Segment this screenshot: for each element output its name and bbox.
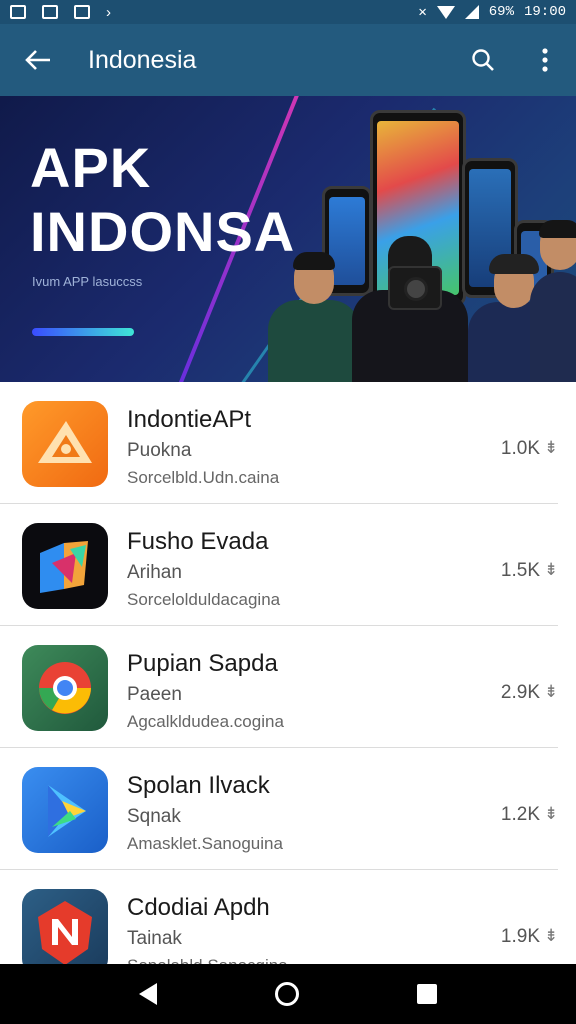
page-title: Indonesia: [88, 45, 197, 74]
download-icon[interactable]: ⇟: [544, 682, 558, 702]
app-icon-orange-triangle: [22, 401, 108, 487]
cast-icon: ›: [106, 3, 111, 21]
person-illustration: [268, 252, 360, 382]
app-bar: Indonesia: [0, 24, 576, 96]
app-meta: Amasklet.Sanoguina: [127, 834, 283, 853]
app-icon-colorful-cube: [22, 523, 108, 609]
download-count: 1.2K: [500, 804, 540, 825]
image-notification-icon: [74, 5, 90, 19]
app-icon-n-shield: [22, 889, 108, 975]
list-item[interactable]: Pupian Sapda Paeen Agcalkldudea.cogina 2…: [0, 626, 558, 748]
banner-headline: APK INDONSA: [30, 136, 295, 264]
app-developer: Puokna: [127, 440, 192, 461]
app-name: Pupian Sapda: [127, 650, 278, 677]
download-icon[interactable]: ⇟: [544, 438, 558, 458]
download-icon[interactable]: ⇟: [544, 804, 558, 824]
app-developer: Tainak: [127, 928, 182, 949]
search-icon[interactable]: [452, 24, 514, 96]
status-bar: › ✕ 69% 19:00: [0, 0, 576, 24]
app-name: Fusho Evada: [127, 528, 269, 555]
app-meta: Sorcelolduldacagina: [127, 590, 281, 609]
promo-banner[interactable]: APK INDONSA Ivum APP lasuccss: [0, 96, 576, 382]
list-item[interactable]: IndontieAPt Puokna Sorcelbld.Udn.caina 1…: [0, 382, 558, 504]
banner-accent-bar: [32, 328, 134, 336]
app-developer: Paeen: [127, 684, 182, 705]
app-developer: Sqnak: [127, 806, 181, 827]
download-icon[interactable]: ⇟: [544, 560, 558, 580]
notification-icon: [10, 5, 26, 19]
camera-illustration: [388, 266, 442, 310]
nav-recents-icon[interactable]: [417, 984, 437, 1004]
wifi-icon: [436, 5, 455, 19]
banner-subtitle: Ivum APP lasuccss: [32, 274, 143, 289]
nav-home-icon[interactable]: [275, 982, 299, 1006]
app-meta: Sorcelbld.Udn.caina: [127, 468, 280, 487]
app-icon-browser-ring: [22, 645, 108, 731]
banner-headline-line2: INDONSA: [30, 200, 296, 263]
person-illustration: [530, 220, 576, 382]
app-name: Spolan Ilvack: [127, 772, 270, 799]
app-name: IndontieAPt: [127, 406, 252, 433]
banner-headline-line1: APK: [30, 136, 152, 199]
signal-icon: [464, 5, 479, 19]
download-count: 1.0K: [500, 438, 540, 459]
download-count: 2.9K: [500, 682, 540, 703]
app-name: Cdodiai Apdh: [127, 894, 270, 921]
list-item[interactable]: Fusho Evada Arihan Sorcelolduldacagina 1…: [0, 504, 558, 626]
more-options-icon[interactable]: [514, 24, 576, 96]
app-meta: Agcalkldudea.cogina: [127, 712, 284, 731]
system-navigation-bar: [0, 964, 576, 1024]
download-count: 1.9K: [500, 926, 540, 947]
save-notification-icon: [42, 5, 58, 19]
battery-level: 69%: [488, 4, 514, 20]
back-arrow-icon[interactable]: [0, 24, 76, 96]
clock: 19:00: [523, 4, 566, 20]
app-icon-play-arrow: [22, 767, 108, 853]
list-item[interactable]: Spolan Ilvack Sqnak Amasklet.Sanoguina 1…: [0, 748, 558, 870]
mute-icon: ✕: [418, 4, 427, 21]
download-count: 1.5K: [500, 560, 540, 581]
download-icon[interactable]: ⇟: [544, 926, 558, 946]
app-list: IndontieAPt Puokna Sorcelbld.Udn.caina 1…: [0, 382, 576, 992]
nav-back-icon[interactable]: [139, 983, 157, 1005]
app-developer: Arihan: [127, 562, 182, 583]
